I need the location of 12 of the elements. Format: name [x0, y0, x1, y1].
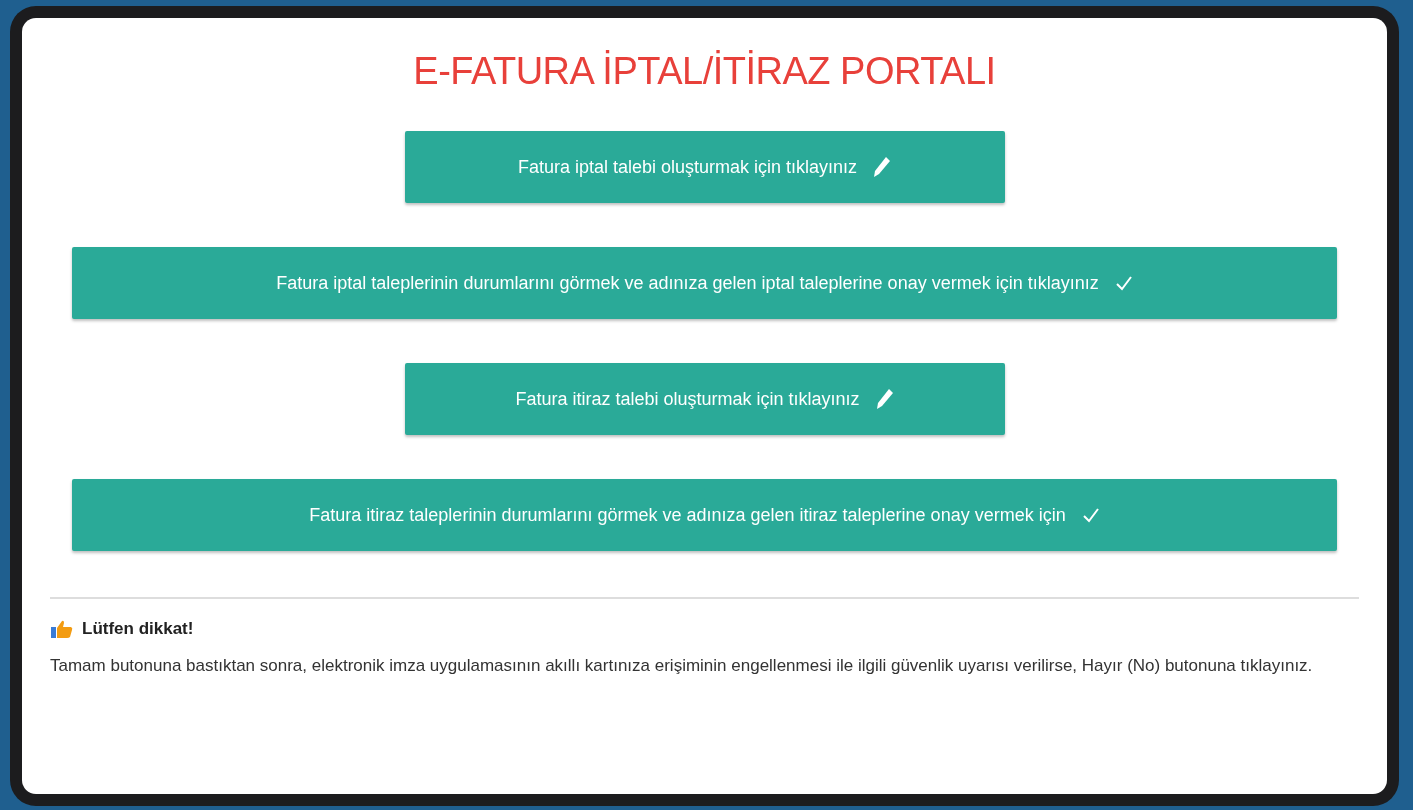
thumbs-up-icon	[50, 619, 74, 639]
notice-text: Tamam butonuna bastıktan sonra, elektronik imza uygulamasının akıllı kartınıza erişiminin engellenmesi ile ilgili güvenlik uyarısı verilirse, Hayır (No) butonuna tıklayınız.	[50, 655, 1314, 677]
view-requests-button[interactable]: Fatura iptal taleplerinin durumlarını görmek ve adınıza gelen iptal taleplerine onay vermek için tıklayınız	[72, 247, 1337, 319]
create-request-button[interactable]: Fatura iptal talebi oluşturmak için tıklayınız	[404, 131, 1005, 203]
pencil-icon	[875, 388, 894, 410]
pencil-icon	[873, 156, 892, 178]
view-requests-button[interactable]: Fatura itiraz taleplerinin durumlarını görmek ve adınıza gelen itiraz taleplerine onay vermek için	[72, 479, 1337, 551]
page-title: E-FATURA İPTAL/İTİRAZ PORTALI	[412, 50, 997, 93]
checkmark-icon	[1114, 275, 1133, 291]
notice-heading: Lütfen dikkat!	[82, 619, 194, 639]
create-request-button[interactable]: Fatura itiraz talebi oluşturmak için tıklayınız	[404, 363, 1005, 435]
checkmark-icon	[1081, 507, 1100, 523]
